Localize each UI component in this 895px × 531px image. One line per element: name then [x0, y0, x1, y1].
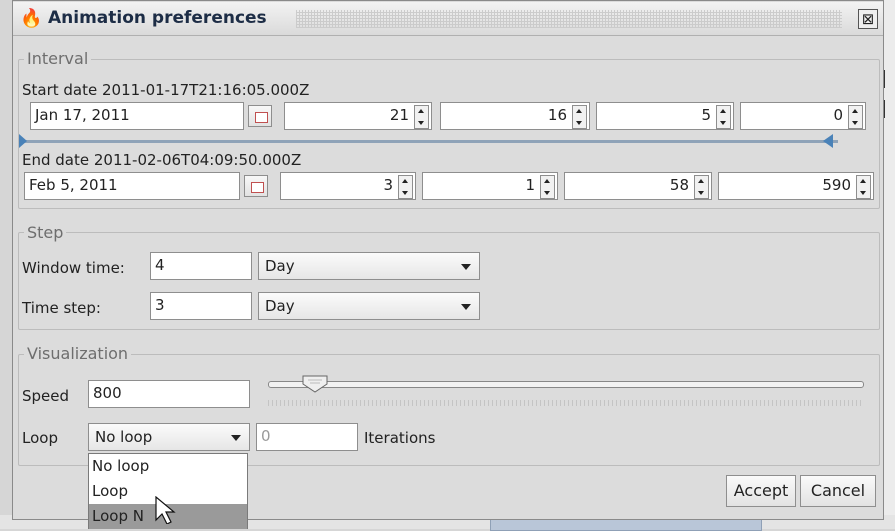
speed-slider-ticks — [268, 400, 864, 406]
time-step-label: Time step: — [22, 299, 101, 317]
spinner-arrows-icon[interactable] — [694, 175, 709, 199]
spinner-arrows-icon[interactable] — [572, 105, 587, 129]
chevron-down-icon — [461, 304, 471, 310]
calendar-icon — [251, 182, 264, 193]
time-step-unit-select[interactable]: Day — [258, 292, 480, 320]
range-start-marker-icon[interactable] — [18, 134, 28, 148]
start-date-label: Start date 2011-01-17T21:16:05.000Z — [22, 81, 310, 99]
end-date-label: End date 2011-02-06T04:09:50.000Z — [22, 151, 302, 169]
speed-slider-track[interactable] — [268, 381, 864, 388]
chevron-down-icon — [231, 435, 241, 441]
spinner-arrows-icon[interactable] — [848, 105, 863, 129]
app-flame-icon: 🔥 — [20, 8, 43, 29]
interval-legend: Interval — [24, 50, 92, 68]
start-calendar-button[interactable] — [248, 105, 272, 127]
end-millis-spinner[interactable]: 590 — [718, 172, 874, 200]
loop-select[interactable]: No loop — [88, 423, 250, 451]
range-end-marker-icon[interactable] — [820, 134, 834, 148]
cancel-button[interactable]: Cancel — [800, 475, 876, 507]
iterations-input[interactable]: 0 — [256, 423, 358, 451]
end-calendar-button[interactable] — [244, 175, 268, 197]
accept-button[interactable]: Accept — [726, 475, 796, 507]
mouse-pointer-icon — [155, 496, 176, 524]
spinner-arrows-icon[interactable] — [398, 175, 413, 199]
background-glyph — [883, 70, 895, 88]
start-date-field[interactable]: Jan 17, 2011 — [30, 102, 244, 130]
speed-slider-thumb-icon[interactable] — [302, 375, 328, 393]
end-minute-spinner[interactable]: 1 — [422, 172, 558, 200]
background-glyph — [883, 100, 895, 118]
end-date-field[interactable]: Feb 5, 2011 — [24, 172, 240, 200]
spinner-arrows-icon[interactable] — [856, 175, 871, 199]
loop-label: Loop — [22, 429, 58, 447]
close-button[interactable]: ⊠ — [858, 9, 878, 29]
title-bar-grip — [296, 10, 842, 28]
start-second-spinner[interactable]: 5 — [596, 102, 734, 130]
spinner-arrows-icon[interactable] — [540, 175, 555, 199]
loop-option-no-loop[interactable]: No loop — [89, 454, 247, 479]
window-title: Animation preferences — [48, 8, 267, 28]
spinner-arrows-icon[interactable] — [414, 105, 429, 129]
start-minute-spinner[interactable]: 16 — [440, 102, 590, 130]
step-legend: Step — [24, 224, 67, 242]
start-millis-spinner[interactable]: 0 — [740, 102, 866, 130]
window-time-label: Window time: — [22, 259, 125, 277]
iterations-label: Iterations — [364, 429, 436, 447]
calendar-icon — [255, 112, 268, 123]
visualization-legend: Visualization — [24, 345, 132, 363]
spinner-arrows-icon[interactable] — [716, 105, 731, 129]
speed-label: Speed — [22, 387, 70, 405]
start-hour-spinner[interactable]: 21 — [284, 102, 432, 130]
window-time-unit-select[interactable]: Day — [258, 252, 480, 280]
window-time-input[interactable]: 4 — [150, 252, 252, 280]
time-step-input[interactable]: 3 — [150, 292, 252, 320]
end-second-spinner[interactable]: 58 — [564, 172, 712, 200]
speed-input[interactable]: 800 — [88, 380, 250, 408]
chevron-down-icon — [461, 264, 471, 270]
interval-range-line — [22, 140, 838, 143]
end-hour-spinner[interactable]: 3 — [280, 172, 416, 200]
